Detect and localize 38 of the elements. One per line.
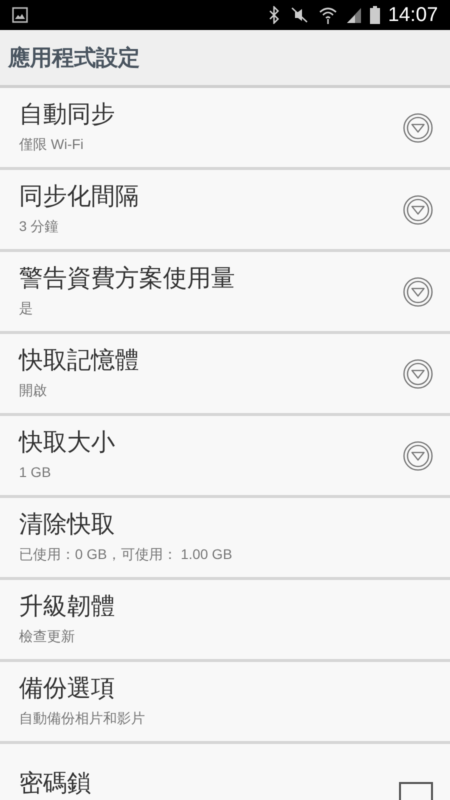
setting-value: 1 GB	[19, 463, 52, 482]
settings-row[interactable]: 升級韌體 檢查更新	[0, 580, 450, 662]
setting-value: 檢查更新	[19, 627, 76, 646]
dropdown-icon	[403, 358, 433, 388]
settings-row[interactable]: 清除快取 已使用：0 GB，可使用： 1.00 GB	[0, 498, 450, 580]
dropdown-icon	[403, 112, 433, 142]
setting-title: 升級韌體	[19, 592, 116, 622]
signal-icon	[346, 7, 362, 23]
setting-title: 同步化間隔	[19, 182, 140, 212]
setting-value: 自動備份相片和影片	[19, 709, 146, 728]
battery-icon	[370, 6, 380, 24]
dropdown-icon	[403, 194, 433, 224]
dropdown-icon	[403, 440, 433, 470]
setting-value: 3 分鐘	[19, 217, 60, 236]
settings-row[interactable]: 警告資費方案使用量 是	[0, 252, 450, 334]
setting-title: 快取記憶體	[19, 346, 140, 376]
setting-title: 清除快取	[19, 510, 116, 540]
setting-title: 快取大小	[19, 428, 116, 458]
settings-row[interactable]: 自動同步 僅限 Wi-Fi	[0, 88, 450, 170]
settings-row[interactable]: 快取大小 1 GB	[0, 416, 450, 498]
setting-value: 已使用：0 GB，可使用： 1.00 GB	[19, 545, 234, 564]
settings-row[interactable]: 備份選項 自動備份相片和影片	[0, 662, 450, 744]
setting-value: 僅限 Wi-Fi	[19, 135, 85, 154]
dropdown-icon	[403, 276, 433, 306]
bluetooth-icon	[268, 6, 280, 24]
setting-title: 自動同步	[19, 100, 116, 130]
settings-row[interactable]: 快取記憶體 開啟	[0, 334, 450, 416]
settings-row[interactable]: 同步化間隔 3 分鐘	[0, 170, 450, 252]
setting-value: 開啟	[19, 381, 48, 400]
setting-title: 密碼鎖	[19, 768, 92, 798]
setting-value: 是	[19, 299, 34, 318]
setting-title: 警告資費方案使用量	[19, 264, 236, 294]
status-time: 14:07	[388, 5, 438, 25]
wifi-icon	[318, 6, 338, 24]
setting-title: 備份選項	[19, 674, 116, 704]
settings-row[interactable]: 密碼鎖	[0, 744, 450, 800]
image-icon	[12, 7, 28, 23]
page-title: 應用程式設定	[8, 44, 140, 72]
